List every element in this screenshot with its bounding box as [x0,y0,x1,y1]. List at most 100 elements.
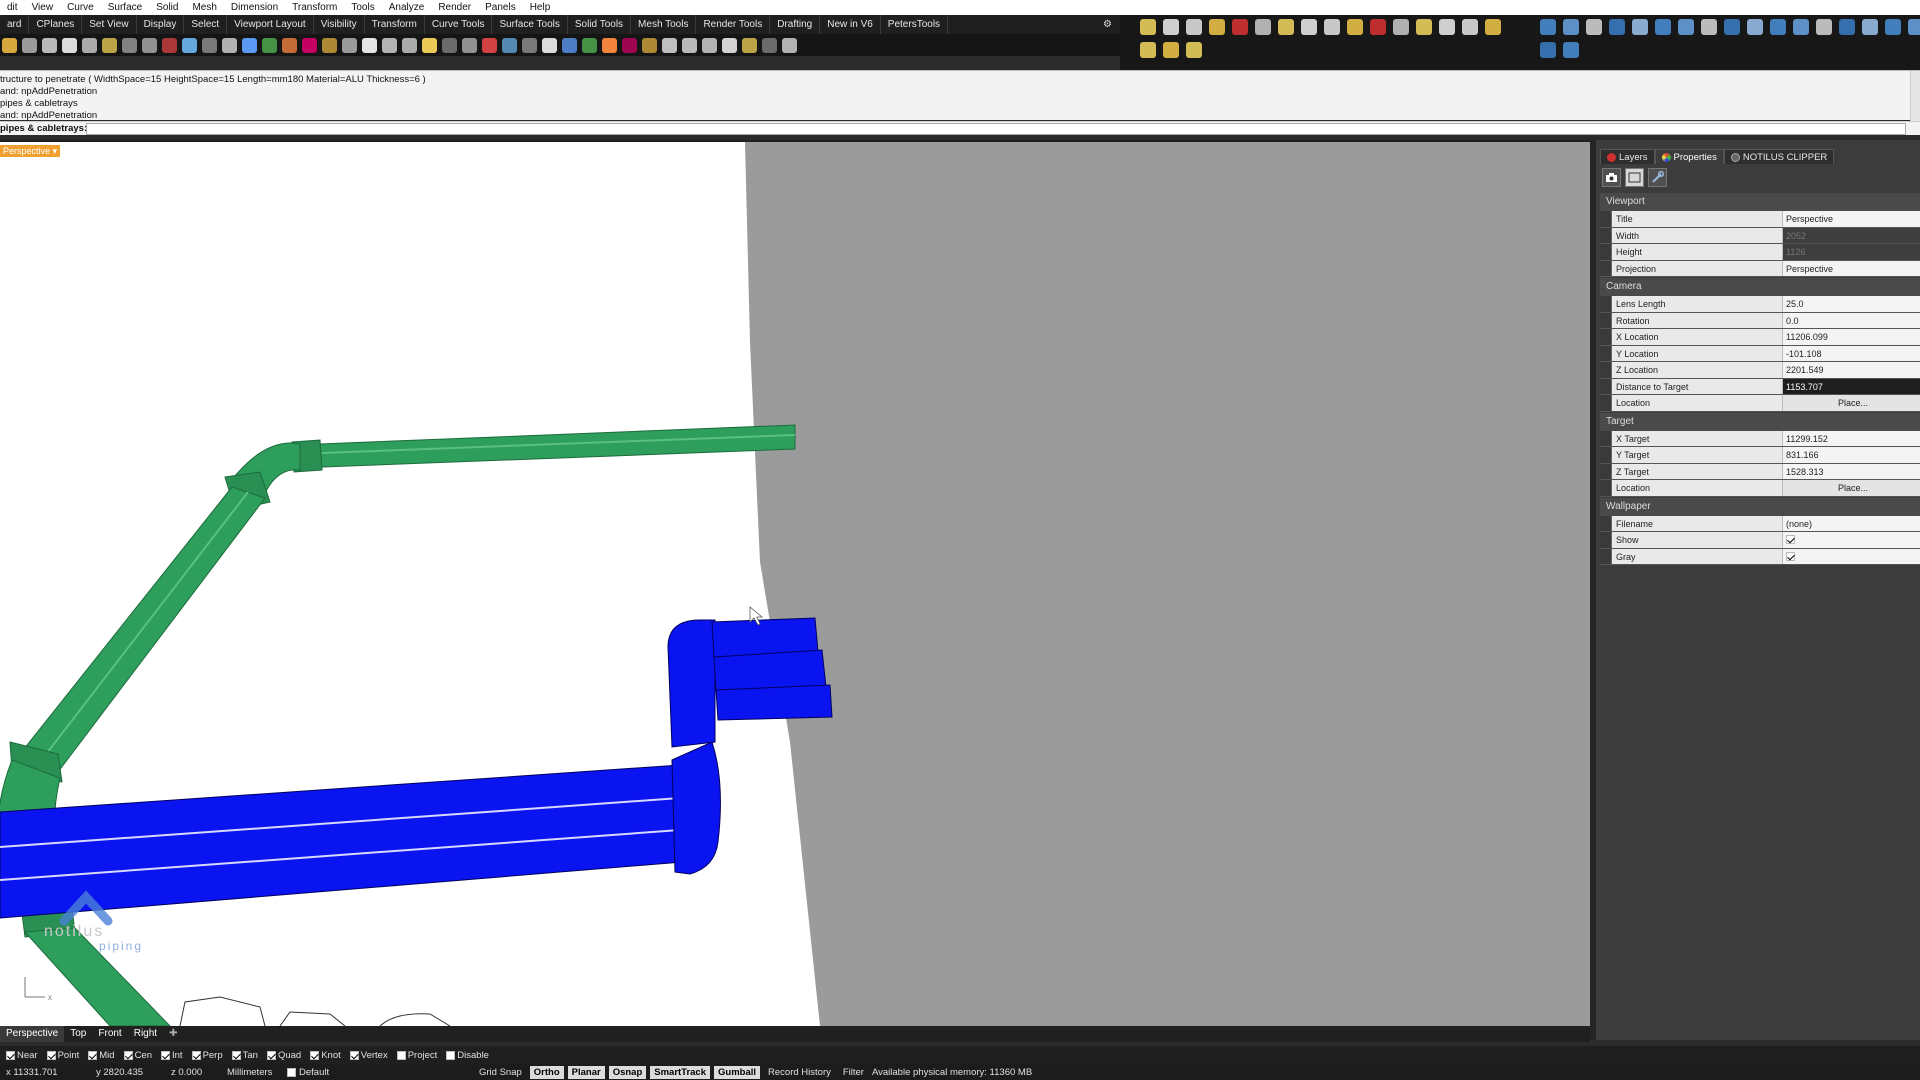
tool-button-icon[interactable] [1563,19,1579,35]
toolbar-tab[interactable]: Mesh Tools [631,15,697,34]
osnap-toggle[interactable]: Project [396,1050,437,1061]
tool-button-icon[interactable] [1540,42,1556,58]
tool-button-icon[interactable] [1563,42,1579,58]
status-toggle-button[interactable]: SmartTrack [650,1065,711,1079]
tool-button-icon[interactable] [1163,42,1179,58]
tool-button-icon[interactable] [1724,19,1740,35]
tool-button-icon[interactable] [482,37,497,53]
tool-button-icon[interactable] [1862,19,1878,35]
menu-item[interactable]: Dimension [224,2,285,13]
tool-button-icon[interactable] [1793,19,1809,35]
viewport-icon[interactable] [1625,168,1644,187]
tool-button-icon[interactable] [1747,19,1763,35]
toolbar-tab[interactable]: Transform [365,15,425,34]
property-value[interactable]: Perspective [1783,211,1920,227]
checkbox[interactable] [88,1050,98,1060]
menu-item[interactable]: Transform [285,2,344,13]
toolbar-tab[interactable]: Display [137,15,185,34]
tool-button-icon[interactable] [342,37,357,53]
property-value[interactable]: 1153.707 [1783,378,1920,394]
tool-button-icon[interactable] [602,37,617,53]
tool-button-icon[interactable] [42,37,57,53]
tool-button-icon[interactable] [262,37,277,53]
status-toggle-button[interactable]: Gumball [714,1065,761,1079]
osnap-toggle[interactable]: Disable [446,1050,489,1061]
command-input[interactable] [86,123,1906,135]
tool-button-icon[interactable] [1232,19,1248,35]
checkbox[interactable] [266,1050,276,1060]
checkbox[interactable] [349,1050,359,1060]
property-value[interactable]: 831.166 [1783,447,1920,463]
tool-button-icon[interactable] [1632,19,1648,35]
tool-button-icon[interactable] [1816,19,1832,35]
toolbar-tab[interactable]: PetersTools [881,15,949,34]
tool-button-icon[interactable] [742,37,757,53]
viewport-title-tab[interactable]: Perspective ▾ [0,145,61,157]
tool-button-icon[interactable] [1209,19,1225,35]
section-header[interactable]: Camera [1600,278,1920,296]
add-view-icon[interactable]: ✚ [163,1026,183,1042]
property-value[interactable] [1783,532,1920,548]
status-toggle-button[interactable]: Ortho [529,1065,564,1079]
property-value[interactable]: 11299.152 [1783,430,1920,446]
tool-button-icon[interactable] [402,37,417,53]
status-toggle-button[interactable]: Record History [764,1066,835,1079]
checkbox[interactable] [1786,535,1795,544]
property-value[interactable] [1783,548,1920,564]
command-history-scrollbar[interactable] [1910,71,1920,121]
tab-notilus-clipper[interactable]: NOTILUS CLIPPER [1723,149,1835,164]
tool-button-icon[interactable] [1655,19,1671,35]
toolbar-tab[interactable]: Solid Tools [568,15,632,34]
osnap-toggle[interactable]: Knot [310,1050,341,1061]
tool-button-icon[interactable] [1186,19,1202,35]
checkbox[interactable] [446,1050,456,1060]
property-value[interactable]: 0.0 [1783,312,1920,328]
tool-button-icon[interactable] [22,37,37,53]
osnap-toggle[interactable]: Vertex [349,1050,388,1061]
tool-button-icon[interactable] [1370,19,1386,35]
tool-button-icon[interactable] [1462,19,1478,35]
checkbox[interactable] [1786,551,1795,561]
tool-button-icon[interactable] [1770,19,1786,35]
tool-button-icon[interactable] [682,37,697,53]
menu-item[interactable]: Render [431,2,478,13]
tab-perspective[interactable]: Perspective [0,1026,65,1042]
chevron-down-icon[interactable]: ▾ [53,146,58,156]
menu-item[interactable]: Help [523,2,558,13]
tool-button-icon[interactable] [422,37,437,53]
tool-button-icon[interactable] [362,37,377,53]
toolbar-tab[interactable]: ard [0,15,30,34]
menu-item[interactable]: Surface [101,2,149,13]
current-layer[interactable]: Default [285,1067,415,1078]
property-value[interactable]: Place... [1783,395,1920,411]
osnap-toggle[interactable]: Tan [231,1050,258,1061]
checkbox[interactable] [161,1050,170,1060]
osnap-toggle[interactable]: Perp [191,1050,223,1061]
menu-item[interactable]: Curve [60,2,101,13]
section-header[interactable]: Viewport [1600,193,1920,211]
tool-button-icon[interactable] [222,37,237,53]
toolbar-tab[interactable]: CPlanes [29,15,83,34]
tool-button-icon[interactable] [1186,42,1202,58]
tool-button-icon[interactable] [122,37,137,53]
checkbox[interactable] [231,1050,241,1060]
toolbar-tab[interactable]: Set View [82,15,137,34]
tool-button-icon[interactable] [1416,19,1432,35]
checkbox[interactable] [46,1050,56,1060]
checkbox[interactable] [396,1050,406,1060]
section-header[interactable]: Wallpaper [1600,497,1920,516]
status-toggle-button[interactable]: Planar [567,1065,605,1079]
tool-button-icon[interactable] [722,37,737,53]
tool-button-icon[interactable] [142,37,157,53]
tool-button-icon[interactable] [562,37,577,53]
tool-button-icon[interactable] [1278,19,1294,35]
tool-button-icon[interactable] [1485,19,1501,35]
tool-button-icon[interactable] [462,37,477,53]
checkbox[interactable] [123,1050,133,1060]
osnap-toggle[interactable]: Mid [88,1050,115,1061]
tool-button-icon[interactable] [1393,19,1409,35]
tool-button-icon[interactable] [522,37,537,53]
menu-item[interactable]: Solid [149,2,185,13]
tool-button-icon[interactable] [782,37,797,53]
tool-button-icon[interactable] [1908,19,1920,35]
